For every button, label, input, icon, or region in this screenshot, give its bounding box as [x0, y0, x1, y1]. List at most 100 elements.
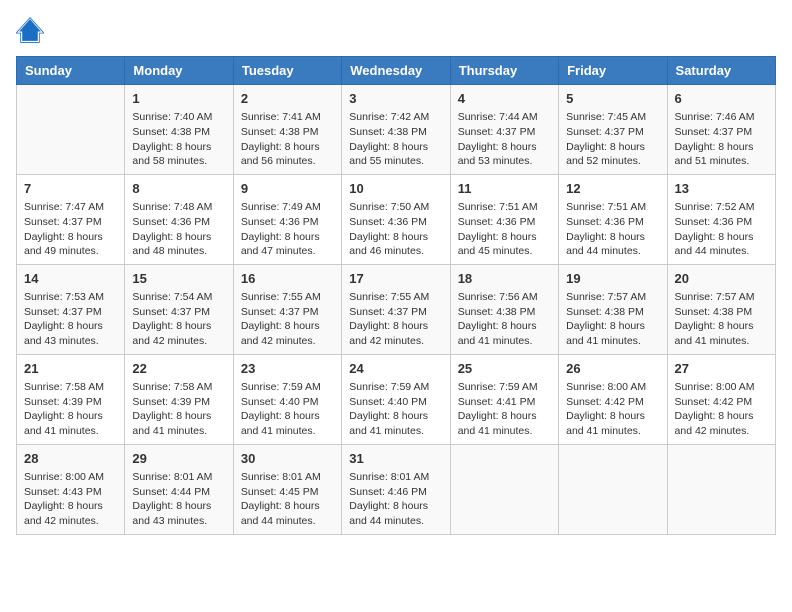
calendar-cell: 31 Sunrise: 8:01 AM Sunset: 4:46 PM Dayl… [342, 444, 450, 534]
calendar-cell: 2 Sunrise: 7:41 AM Sunset: 4:38 PM Dayli… [233, 85, 341, 175]
sunset-text: Sunset: 4:38 PM [458, 305, 551, 320]
header-row: SundayMondayTuesdayWednesdayThursdayFrid… [17, 57, 776, 85]
sunrise-text: Sunrise: 7:58 AM [24, 380, 117, 395]
sunrise-text: Sunrise: 7:57 AM [566, 290, 659, 305]
daylight-text: Daylight: 8 hours and 41 minutes. [675, 319, 768, 348]
daylight-text: Daylight: 8 hours and 42 minutes. [24, 499, 117, 528]
day-number: 4 [458, 90, 551, 108]
daylight-text: Daylight: 8 hours and 46 minutes. [349, 230, 442, 259]
sunrise-text: Sunrise: 7:45 AM [566, 110, 659, 125]
sunrise-text: Sunrise: 7:50 AM [349, 200, 442, 215]
cell-content: Sunrise: 7:47 AM Sunset: 4:37 PM Dayligh… [24, 200, 117, 259]
daylight-text: Daylight: 8 hours and 51 minutes. [675, 140, 768, 169]
header-cell-saturday: Saturday [667, 57, 775, 85]
cell-content: Sunrise: 7:50 AM Sunset: 4:36 PM Dayligh… [349, 200, 442, 259]
page-header [16, 16, 776, 44]
week-row-2: 14 Sunrise: 7:53 AM Sunset: 4:37 PM Dayl… [17, 264, 776, 354]
day-number: 17 [349, 270, 442, 288]
daylight-text: Daylight: 8 hours and 44 minutes. [349, 499, 442, 528]
calendar-cell: 4 Sunrise: 7:44 AM Sunset: 4:37 PM Dayli… [450, 85, 558, 175]
sunrise-text: Sunrise: 7:52 AM [675, 200, 768, 215]
calendar-cell: 15 Sunrise: 7:54 AM Sunset: 4:37 PM Dayl… [125, 264, 233, 354]
sunset-text: Sunset: 4:46 PM [349, 485, 442, 500]
calendar-cell: 21 Sunrise: 7:58 AM Sunset: 4:39 PM Dayl… [17, 354, 125, 444]
daylight-text: Daylight: 8 hours and 42 minutes. [132, 319, 225, 348]
calendar-cell: 17 Sunrise: 7:55 AM Sunset: 4:37 PM Dayl… [342, 264, 450, 354]
calendar-cell: 16 Sunrise: 7:55 AM Sunset: 4:37 PM Dayl… [233, 264, 341, 354]
calendar-cell [667, 444, 775, 534]
sunset-text: Sunset: 4:36 PM [566, 215, 659, 230]
daylight-text: Daylight: 8 hours and 42 minutes. [241, 319, 334, 348]
header-cell-monday: Monday [125, 57, 233, 85]
calendar-cell: 24 Sunrise: 7:59 AM Sunset: 4:40 PM Dayl… [342, 354, 450, 444]
daylight-text: Daylight: 8 hours and 41 minutes. [24, 409, 117, 438]
day-number: 18 [458, 270, 551, 288]
day-number: 1 [132, 90, 225, 108]
daylight-text: Daylight: 8 hours and 45 minutes. [458, 230, 551, 259]
calendar-cell: 26 Sunrise: 8:00 AM Sunset: 4:42 PM Dayl… [559, 354, 667, 444]
sunrise-text: Sunrise: 8:00 AM [24, 470, 117, 485]
daylight-text: Daylight: 8 hours and 41 minutes. [566, 319, 659, 348]
sunrise-text: Sunrise: 7:44 AM [458, 110, 551, 125]
sunrise-text: Sunrise: 7:55 AM [241, 290, 334, 305]
calendar-cell: 22 Sunrise: 7:58 AM Sunset: 4:39 PM Dayl… [125, 354, 233, 444]
day-number: 10 [349, 180, 442, 198]
sunrise-text: Sunrise: 8:00 AM [675, 380, 768, 395]
calendar-table: SundayMondayTuesdayWednesdayThursdayFrid… [16, 56, 776, 535]
calendar-cell: 10 Sunrise: 7:50 AM Sunset: 4:36 PM Dayl… [342, 174, 450, 264]
sunset-text: Sunset: 4:36 PM [458, 215, 551, 230]
sunset-text: Sunset: 4:38 PM [349, 125, 442, 140]
daylight-text: Daylight: 8 hours and 43 minutes. [24, 319, 117, 348]
day-number: 22 [132, 360, 225, 378]
logo [16, 16, 48, 44]
day-number: 31 [349, 450, 442, 468]
calendar-cell: 5 Sunrise: 7:45 AM Sunset: 4:37 PM Dayli… [559, 85, 667, 175]
daylight-text: Daylight: 8 hours and 41 minutes. [132, 409, 225, 438]
day-number: 9 [241, 180, 334, 198]
daylight-text: Daylight: 8 hours and 42 minutes. [349, 319, 442, 348]
cell-content: Sunrise: 8:01 AM Sunset: 4:45 PM Dayligh… [241, 470, 334, 529]
day-number: 3 [349, 90, 442, 108]
cell-content: Sunrise: 7:55 AM Sunset: 4:37 PM Dayligh… [241, 290, 334, 349]
sunset-text: Sunset: 4:38 PM [675, 305, 768, 320]
week-row-4: 28 Sunrise: 8:00 AM Sunset: 4:43 PM Dayl… [17, 444, 776, 534]
calendar-cell: 20 Sunrise: 7:57 AM Sunset: 4:38 PM Dayl… [667, 264, 775, 354]
sunset-text: Sunset: 4:36 PM [241, 215, 334, 230]
daylight-text: Daylight: 8 hours and 56 minutes. [241, 140, 334, 169]
calendar-cell: 14 Sunrise: 7:53 AM Sunset: 4:37 PM Dayl… [17, 264, 125, 354]
logo-icon [16, 16, 44, 44]
day-number: 2 [241, 90, 334, 108]
calendar-cell: 6 Sunrise: 7:46 AM Sunset: 4:37 PM Dayli… [667, 85, 775, 175]
calendar-cell: 28 Sunrise: 8:00 AM Sunset: 4:43 PM Dayl… [17, 444, 125, 534]
calendar-cell: 13 Sunrise: 7:52 AM Sunset: 4:36 PM Dayl… [667, 174, 775, 264]
calendar-cell [450, 444, 558, 534]
calendar-cell: 29 Sunrise: 8:01 AM Sunset: 4:44 PM Dayl… [125, 444, 233, 534]
cell-content: Sunrise: 7:45 AM Sunset: 4:37 PM Dayligh… [566, 110, 659, 169]
daylight-text: Daylight: 8 hours and 41 minutes. [349, 409, 442, 438]
daylight-text: Daylight: 8 hours and 42 minutes. [675, 409, 768, 438]
day-number: 28 [24, 450, 117, 468]
calendar-cell: 25 Sunrise: 7:59 AM Sunset: 4:41 PM Dayl… [450, 354, 558, 444]
cell-content: Sunrise: 7:54 AM Sunset: 4:37 PM Dayligh… [132, 290, 225, 349]
daylight-text: Daylight: 8 hours and 44 minutes. [241, 499, 334, 528]
sunset-text: Sunset: 4:37 PM [349, 305, 442, 320]
day-number: 6 [675, 90, 768, 108]
sunrise-text: Sunrise: 7:59 AM [349, 380, 442, 395]
week-row-0: 1 Sunrise: 7:40 AM Sunset: 4:38 PM Dayli… [17, 85, 776, 175]
sunrise-text: Sunrise: 7:59 AM [458, 380, 551, 395]
sunrise-text: Sunrise: 7:56 AM [458, 290, 551, 305]
sunset-text: Sunset: 4:37 PM [24, 305, 117, 320]
cell-content: Sunrise: 7:57 AM Sunset: 4:38 PM Dayligh… [566, 290, 659, 349]
calendar-cell: 8 Sunrise: 7:48 AM Sunset: 4:36 PM Dayli… [125, 174, 233, 264]
sunrise-text: Sunrise: 7:40 AM [132, 110, 225, 125]
day-number: 13 [675, 180, 768, 198]
sunrise-text: Sunrise: 8:01 AM [132, 470, 225, 485]
day-number: 14 [24, 270, 117, 288]
calendar-body: 1 Sunrise: 7:40 AM Sunset: 4:38 PM Dayli… [17, 85, 776, 535]
cell-content: Sunrise: 7:44 AM Sunset: 4:37 PM Dayligh… [458, 110, 551, 169]
day-number: 24 [349, 360, 442, 378]
day-number: 20 [675, 270, 768, 288]
sunrise-text: Sunrise: 8:01 AM [349, 470, 442, 485]
day-number: 21 [24, 360, 117, 378]
cell-content: Sunrise: 8:01 AM Sunset: 4:46 PM Dayligh… [349, 470, 442, 529]
